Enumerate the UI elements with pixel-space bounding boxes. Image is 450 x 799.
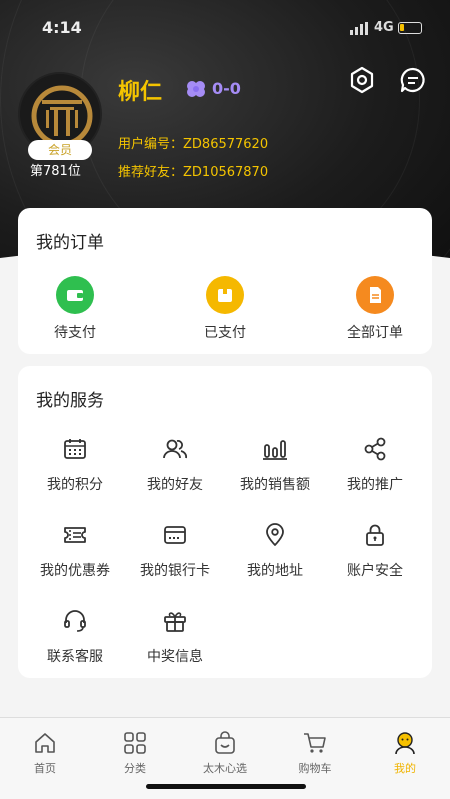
tab-label: 分类 [124,762,146,775]
network-type: 4G [374,20,394,35]
referrer-value: ZD10567870 [183,165,269,180]
paid-box-icon [206,276,244,314]
headset-icon [64,610,86,632]
service-label: 我的推广 [347,477,403,493]
service-customer-support[interactable]: 联系客服 [25,608,125,666]
tab-cart[interactable]: 购物车 [270,730,360,776]
user-id-label: 用户编号： [118,137,184,152]
coupon-icon [64,527,86,543]
rank-text: 第781位 [30,164,81,179]
order-label: 已支付 [204,325,246,341]
user-id-row: 用户编号：ZD86577620 [118,133,268,152]
service-promotion[interactable]: 我的推广 [325,436,425,494]
orders-title: 我的订单 [36,233,104,253]
tab-label: 首页 [34,762,56,775]
tab-home[interactable]: 首页 [0,730,90,776]
profile-icon [395,732,415,755]
order-all[interactable]: 全部订单 [330,276,420,342]
service-account-security[interactable]: 账户安全 [325,522,425,580]
tab-profile[interactable]: 我的 [360,730,450,776]
service-label: 我的销售额 [240,477,310,493]
service-label: 我的优惠券 [40,563,110,579]
tab-label: 我的 [394,762,416,775]
home-indicator [146,784,306,789]
service-bank-card[interactable]: 我的银行卡 [125,522,225,580]
service-points[interactable]: 我的积分 [25,436,125,494]
bar-chart-icon [263,440,287,460]
level-value: 0-0 [212,79,241,98]
bank-card-icon [164,526,186,544]
services-title: 我的服务 [36,391,104,411]
user-id-value: ZD86577620 [183,137,269,152]
order-paid[interactable]: 已支付 [180,276,270,342]
lock-icon [366,524,384,546]
service-sales[interactable]: 我的销售额 [225,436,325,494]
level-flower-icon [187,81,205,97]
service-label: 联系客服 [47,649,103,665]
tab-label: 购物车 [298,762,332,775]
calendar-icon [64,439,86,459]
service-label: 我的银行卡 [140,563,210,579]
service-coupons[interactable]: 我的优惠券 [25,522,125,580]
friends-icon [163,439,188,459]
signal-icon [350,22,368,35]
referrer-label: 推荐好友： [118,165,184,180]
order-label: 全部订单 [347,325,403,341]
service-label: 中奖信息 [147,649,203,665]
tab-label: 太木心选 [203,762,247,775]
service-prize-info[interactable]: 中奖信息 [125,608,225,666]
settings-icon[interactable] [346,64,378,96]
wallet-icon [56,276,94,314]
order-label: 待支付 [54,325,96,341]
share-icon [364,437,386,461]
tab-selection[interactable]: 太木心选 [180,730,270,776]
service-friends[interactable]: 我的好友 [125,436,225,494]
document-icon [356,276,394,314]
service-label: 我的地址 [247,563,303,579]
orders-card: 我的订单 待支付 已支付 全部订单 [18,208,432,354]
service-label: 我的好友 [147,477,203,493]
user-name: 柳仁 [118,80,163,105]
gift-icon [164,612,186,632]
tab-category[interactable]: 分类 [90,730,180,776]
status-time: 4:14 [42,18,82,37]
home-icon [35,733,55,753]
order-pending-payment[interactable]: 待支付 [30,276,120,342]
service-label: 我的积分 [47,477,103,493]
service-address[interactable]: 我的地址 [225,522,325,580]
battery-icon [398,22,425,34]
grid-icon [124,732,146,754]
service-label: 账户安全 [347,563,403,579]
location-icon [266,523,284,546]
member-badge: 会员 [28,140,92,160]
services-card: 我的服务 我的积分 我的好友 我的销售额 我的推广 我的优惠券 我的银行卡 我的… [18,366,432,678]
message-icon[interactable] [397,64,429,96]
bag-icon [215,731,235,754]
status-bar: 4:14 4G [0,0,450,44]
referrer-row: 推荐好友：ZD10567870 [118,161,268,180]
cart-icon [304,733,326,753]
